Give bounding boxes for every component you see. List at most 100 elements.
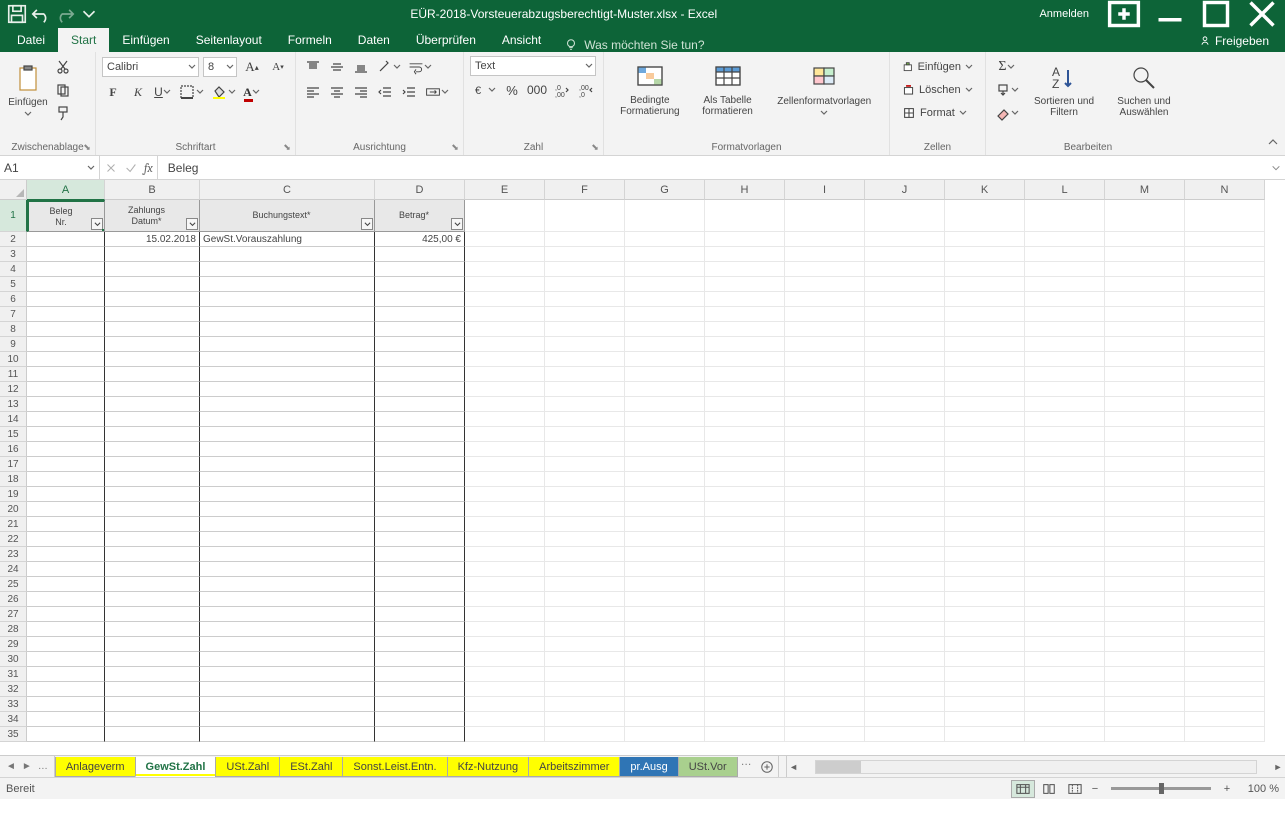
cell[interactable]	[625, 382, 705, 397]
row-header[interactable]: 6	[0, 292, 27, 307]
sheet-nav-next-icon[interactable]: ►	[20, 761, 34, 772]
row-header[interactable]: 35	[0, 727, 27, 742]
decrease-indent-button[interactable]	[374, 81, 396, 103]
sheet-tab[interactable]: USt.Vor	[678, 757, 738, 777]
cell[interactable]	[1185, 247, 1265, 262]
cell[interactable]	[375, 427, 465, 442]
row-header[interactable]: 31	[0, 667, 27, 682]
cell[interactable]	[1185, 412, 1265, 427]
cell[interactable]	[705, 337, 785, 352]
cell[interactable]	[945, 262, 1025, 277]
cell[interactable]	[865, 607, 945, 622]
cell[interactable]	[785, 292, 865, 307]
decrease-font-button[interactable]: A▾	[267, 56, 289, 78]
cell[interactable]	[1105, 472, 1185, 487]
cell[interactable]	[945, 472, 1025, 487]
cell[interactable]	[865, 682, 945, 697]
cell[interactable]	[945, 442, 1025, 457]
cell[interactable]	[785, 352, 865, 367]
cell[interactable]	[200, 517, 375, 532]
sheet-tab[interactable]: Arbeitszimmer	[528, 757, 620, 777]
column-header[interactable]: F	[545, 180, 625, 200]
cell[interactable]	[1025, 427, 1105, 442]
cell[interactable]	[705, 562, 785, 577]
accounting-format-button[interactable]: €	[470, 79, 499, 101]
cell[interactable]	[785, 427, 865, 442]
cell[interactable]	[705, 592, 785, 607]
cell[interactable]	[27, 337, 105, 352]
cell[interactable]	[1025, 667, 1105, 682]
cell[interactable]	[945, 532, 1025, 547]
cell[interactable]	[625, 697, 705, 712]
cell[interactable]	[545, 397, 625, 412]
cell[interactable]: Betrag*	[375, 200, 465, 232]
cell[interactable]	[27, 502, 105, 517]
cell[interactable]	[1185, 712, 1265, 727]
cell[interactable]	[785, 682, 865, 697]
cell[interactable]	[1105, 247, 1185, 262]
cell[interactable]	[865, 200, 945, 232]
cell[interactable]	[945, 577, 1025, 592]
cell[interactable]	[705, 712, 785, 727]
cell[interactable]	[545, 622, 625, 637]
cell[interactable]	[1185, 727, 1265, 742]
cell[interactable]	[545, 307, 625, 322]
cell[interactable]	[27, 307, 105, 322]
increase-decimal-button[interactable]: ,0,00	[551, 79, 573, 101]
cell[interactable]	[785, 502, 865, 517]
cell[interactable]	[200, 367, 375, 382]
cell[interactable]	[1105, 412, 1185, 427]
cell[interactable]	[200, 502, 375, 517]
row-header[interactable]: 4	[0, 262, 27, 277]
border-button[interactable]	[177, 81, 206, 103]
cell[interactable]	[625, 592, 705, 607]
cell[interactable]	[1105, 322, 1185, 337]
cell[interactable]	[105, 337, 200, 352]
cell[interactable]	[785, 337, 865, 352]
cell[interactable]	[375, 637, 465, 652]
cell[interactable]	[545, 562, 625, 577]
qa-customize-icon[interactable]	[78, 3, 100, 25]
row-header[interactable]: 22	[0, 532, 27, 547]
column-header[interactable]: I	[785, 180, 865, 200]
zoom-out-button[interactable]: −	[1089, 783, 1101, 795]
sheet-nav-prev-icon[interactable]: ◄	[4, 761, 18, 772]
cell[interactable]	[945, 547, 1025, 562]
cell[interactable]	[27, 547, 105, 562]
sheet-tab[interactable]: Kfz-Nutzung	[447, 757, 530, 777]
cell[interactable]	[27, 607, 105, 622]
tab-seitenlayout[interactable]: Seitenlayout	[183, 28, 275, 52]
cell[interactable]: 425,00 €	[375, 232, 465, 247]
cell[interactable]	[705, 577, 785, 592]
cell[interactable]	[945, 517, 1025, 532]
cell[interactable]	[705, 697, 785, 712]
column-header[interactable]: K	[945, 180, 1025, 200]
cell[interactable]	[1105, 592, 1185, 607]
cell[interactable]	[1025, 247, 1105, 262]
cell[interactable]	[1185, 592, 1265, 607]
cell[interactable]	[465, 622, 545, 637]
sheet-tab[interactable]: Anlageverm	[55, 757, 136, 777]
cell[interactable]	[200, 562, 375, 577]
cell[interactable]	[1025, 622, 1105, 637]
cell[interactable]	[105, 697, 200, 712]
cell[interactable]	[200, 442, 375, 457]
cell[interactable]	[465, 262, 545, 277]
cell[interactable]	[705, 322, 785, 337]
cell[interactable]	[1025, 727, 1105, 742]
scroll-track[interactable]	[815, 760, 1257, 774]
row-header[interactable]: 30	[0, 652, 27, 667]
cell[interactable]	[200, 727, 375, 742]
cell[interactable]	[545, 532, 625, 547]
cell[interactable]	[200, 427, 375, 442]
orientation-button[interactable]	[374, 56, 403, 78]
sheet-tab[interactable]: USt.Zahl	[215, 757, 280, 777]
row-header[interactable]: 21	[0, 517, 27, 532]
cell[interactable]	[1185, 352, 1265, 367]
cell[interactable]	[465, 682, 545, 697]
cell[interactable]	[375, 502, 465, 517]
cell[interactable]	[625, 200, 705, 232]
cell[interactable]	[705, 397, 785, 412]
cell[interactable]	[1185, 292, 1265, 307]
column-header[interactable]: L	[1025, 180, 1105, 200]
